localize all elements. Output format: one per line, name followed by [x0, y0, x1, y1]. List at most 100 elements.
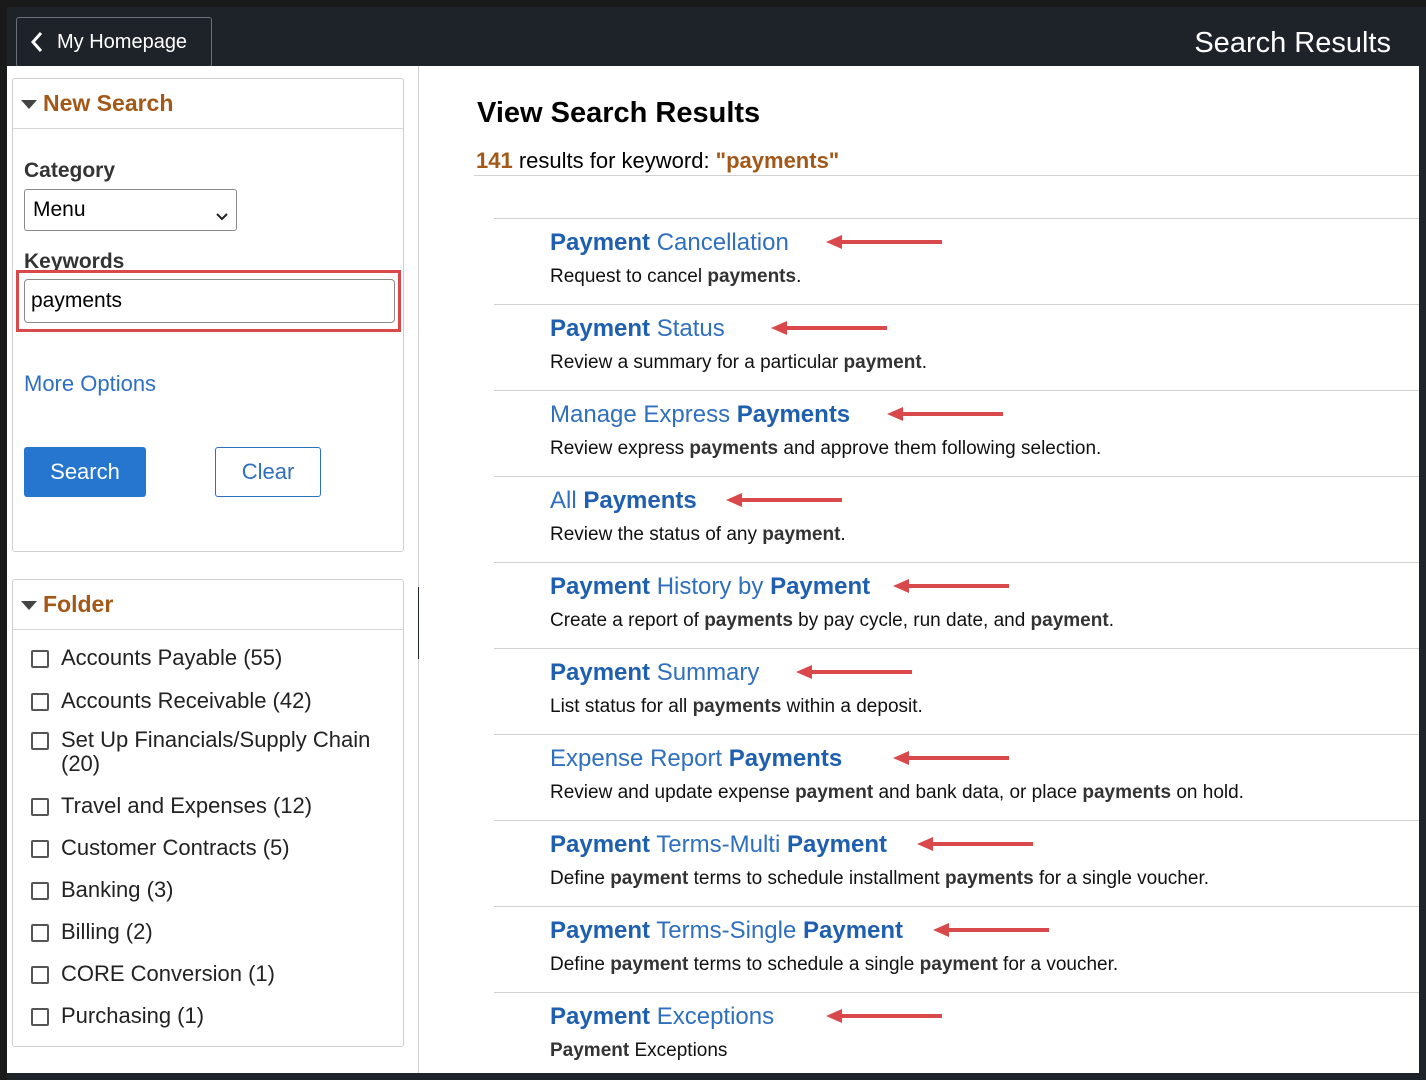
folder-checkbox[interactable]: [31, 882, 49, 900]
text-segment: Review express: [550, 438, 690, 459]
folder-item[interactable]: Banking (3): [31, 878, 371, 902]
keyword-highlight: payment: [919, 954, 998, 975]
keyword-highlight: Payment: [550, 659, 651, 686]
folder-checkbox[interactable]: [31, 924, 49, 942]
result-description: Request to cancel payments.: [550, 266, 801, 288]
text-segment: List status for all: [550, 696, 693, 717]
result-divider: [494, 820, 1419, 821]
text-segment: Define: [550, 868, 611, 889]
top-header: My Homepage Search Results: [7, 7, 1426, 73]
text-segment: by pay cycle, run date, and: [792, 610, 1031, 631]
result-title-link[interactable]: Payment Exceptions: [550, 1003, 774, 1031]
folder-item[interactable]: Travel and Expenses (12): [31, 794, 371, 818]
text-segment: All: [550, 487, 584, 514]
clear-button[interactable]: Clear: [215, 447, 321, 497]
folder-item[interactable]: Accounts Receivable (42): [31, 689, 371, 713]
result-divider: [494, 390, 1419, 391]
result-divider: [494, 734, 1419, 735]
result-description: Review express payments and approve them…: [550, 438, 1101, 460]
folder-checkbox[interactable]: [31, 840, 49, 858]
text-segment: .: [1108, 610, 1114, 631]
result-item: Payment History by Payment Create a repor…: [550, 573, 1114, 632]
text-segment: Expense Report: [550, 745, 729, 772]
keyword-highlight: Payment: [550, 315, 651, 342]
text-segment: Review the status of any: [550, 524, 763, 545]
folder-checkbox[interactable]: [31, 650, 49, 668]
keyword-highlight: payments: [1082, 782, 1172, 803]
folder-checkbox[interactable]: [31, 732, 49, 750]
keyword-highlight: Payment: [770, 573, 871, 600]
folder-item[interactable]: Purchasing (1): [31, 1004, 371, 1028]
folder-item[interactable]: Billing (2): [31, 920, 371, 944]
result-title-link[interactable]: Payment History by Payment: [550, 573, 1114, 601]
main-panel: View Search Results 141 results for keyw…: [419, 66, 1419, 1073]
folder-item-label: CORE Conversion (1): [61, 961, 275, 986]
folder-item[interactable]: Set Up Financials/Supply Chain (20): [31, 728, 371, 776]
result-description: Payment Exceptions: [550, 1040, 774, 1062]
folder-item-label: Travel and Expenses (12): [61, 793, 313, 818]
results-count: 141: [476, 148, 513, 173]
folder-item-label: Purchasing (1): [61, 1003, 205, 1028]
new-search-header[interactable]: New Search: [13, 79, 403, 129]
text-segment: Create a report of: [550, 610, 705, 631]
keyword-highlight: Payment: [550, 1040, 630, 1061]
text-segment: on hold.: [1171, 782, 1244, 803]
text-segment: Status: [650, 315, 725, 342]
chevron-down-icon: [216, 204, 228, 228]
page-header-title: Search Results: [1194, 27, 1391, 59]
folder-checkbox[interactable]: [31, 1008, 49, 1026]
search-button[interactable]: Search: [24, 447, 146, 497]
keyword-highlight: Payment: [550, 831, 651, 858]
results-summary-text: results for keyword:: [512, 148, 716, 173]
results-title: View Search Results: [477, 97, 761, 129]
triangle-down-icon: [21, 100, 37, 109]
result-divider: [494, 476, 1419, 477]
keyword-highlight: payments: [704, 610, 793, 631]
text-segment: .: [840, 524, 846, 545]
keyword-highlight: Payment: [550, 229, 651, 256]
result-divider: [494, 562, 1419, 563]
text-segment: History by: [650, 573, 771, 600]
keyword-highlight: Payment: [786, 831, 887, 858]
keywords-input[interactable]: payments: [24, 279, 395, 323]
folder-item-label: Banking (3): [61, 877, 174, 902]
results-summary: 141 results for keyword: "payments": [476, 148, 839, 174]
folder-checkbox[interactable]: [31, 798, 49, 816]
result-description: Review and update expense payment and ba…: [550, 782, 1244, 804]
keyword-highlight: payments: [689, 438, 779, 459]
divider: [474, 175, 1419, 176]
keyword-highlight: payment: [1030, 610, 1109, 631]
keyword-highlight: payment: [795, 782, 874, 803]
result-item: Payment Cancellation Request to cancel pa…: [550, 229, 801, 288]
red-arrow-icon: [933, 923, 1049, 937]
folder-item[interactable]: Accounts Payable (55): [31, 646, 371, 670]
folder-checkbox[interactable]: [31, 966, 49, 984]
folder-checkbox[interactable]: [31, 693, 49, 711]
category-select[interactable]: Menu: [24, 189, 237, 231]
result-divider: [494, 992, 1419, 993]
folder-heading: Folder: [43, 591, 114, 617]
text-segment: and bank data, or place: [873, 782, 1083, 803]
folder-box: Folder Accounts Payable (55) Accounts Rec…: [12, 579, 404, 1047]
result-divider: [494, 304, 1419, 305]
triangle-down-icon: [21, 601, 37, 610]
result-description: Review a summary for a particular paymen…: [550, 352, 927, 374]
folder-item[interactable]: Customer Contracts (5): [31, 836, 371, 860]
red-arrow-icon: [826, 1009, 942, 1023]
text-segment: Manage Express: [550, 401, 737, 428]
folder-item[interactable]: CORE Conversion (1): [31, 962, 371, 986]
more-options-link[interactable]: More Options: [24, 371, 156, 397]
result-item: Payment Exceptions Payment Exceptions: [550, 1003, 774, 1062]
text-segment: Terms-Multi: [650, 831, 787, 858]
result-title-link[interactable]: Payment Terms-Multi Payment: [550, 831, 1209, 859]
keyword-highlight: Payments: [736, 401, 851, 428]
text-segment: Summary: [650, 659, 760, 686]
result-title-link[interactable]: Payment Cancellation: [550, 229, 801, 257]
folder-item-label: Accounts Payable (55): [61, 645, 283, 670]
result-title-link[interactable]: Manage Express Payments: [550, 401, 1101, 429]
red-arrow-icon: [826, 235, 942, 249]
my-homepage-button[interactable]: My Homepage: [16, 17, 212, 67]
keywords-value: payments: [31, 289, 123, 312]
keyword-highlight: payments: [692, 696, 782, 717]
folder-header[interactable]: Folder: [13, 580, 403, 630]
